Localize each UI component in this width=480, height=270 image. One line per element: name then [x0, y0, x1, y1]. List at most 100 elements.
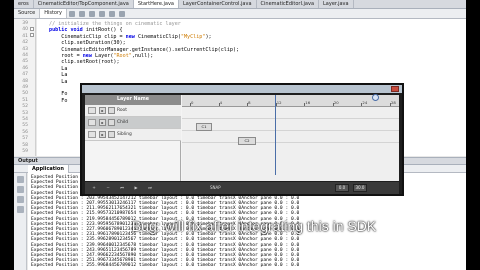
code-line: Fo — [49, 98, 67, 104]
ruler-tick-label: 12 — [276, 100, 282, 105]
layer-visibility-checkbox[interactable] — [88, 119, 96, 126]
line-number: 46 — [22, 65, 28, 71]
code-token: La — [49, 65, 68, 72]
editor-file-tabs: eros CinematicEditor/TopComponent.java Sta… — [14, 0, 466, 9]
first-frame-icon[interactable]: ⏮ — [117, 184, 127, 192]
layer-list: ▸ Root ▸ Child ▸ Sibling — [85, 105, 181, 181]
layer-row[interactable]: ▸ Root — [85, 105, 181, 117]
layer-lock-icon[interactable] — [108, 107, 115, 114]
code-token: clip.setDuration(30); — [49, 40, 126, 47]
toggle-bookmark-icon[interactable] — [98, 10, 105, 17]
file-tab[interactable]: CinematicEditorI.java — [257, 0, 320, 8]
clip-block[interactable]: C2 — [238, 137, 256, 145]
output-tab-application[interactable]: Application — [28, 165, 69, 173]
file-tab[interactable]: eros — [14, 0, 34, 8]
code-line: CinematicClip clip = new CinematicClip("… — [49, 33, 212, 40]
clear-icon[interactable] — [17, 196, 24, 203]
code-token: // initialize the things on cinematic la… — [49, 21, 181, 27]
duration-field[interactable]: 30.0 — [353, 184, 367, 192]
code-line: clip.setDuration(30); — [49, 40, 126, 47]
ide-window: eros CinematicEditor/TopComponent.java Sta… — [14, 0, 466, 270]
wrap-icon[interactable] — [17, 206, 24, 213]
code-line: public void initRoot() { — [49, 27, 123, 33]
track-row — [182, 131, 399, 143]
code-token: Fo — [49, 91, 68, 98]
output-line: Expected Position : 255.99684456789012 t… — [31, 263, 300, 269]
layer-visibility-checkbox[interactable] — [88, 107, 96, 114]
layer-name: Root — [117, 108, 127, 113]
remove-layer-icon[interactable]: − — [103, 184, 113, 192]
line-number: 48 — [22, 78, 28, 84]
line-number: 51 — [22, 97, 28, 103]
code-token: ); — [205, 33, 212, 40]
track-row — [182, 119, 399, 131]
line-number: 40 — [22, 27, 28, 33]
code-token: "Root" — [113, 53, 132, 59]
layer-visibility-checkbox[interactable] — [88, 131, 96, 138]
last-frame-icon[interactable]: ⏭ — [145, 184, 155, 192]
layer-name: Sibling — [117, 132, 132, 137]
cinematic-editor-window: Layer Name ▸ Root ▸ Child ▸ Sibling 0 4 8 12 16 20… — [80, 83, 404, 196]
code-token: CinematicEditorManager.getInstance().set… — [49, 46, 240, 53]
code-token: public void — [49, 27, 86, 34]
line-number: 49 — [22, 85, 28, 90]
uncomment-icon[interactable] — [118, 10, 125, 17]
forward-icon[interactable] — [78, 10, 85, 17]
code-token: CinematicClip clip = — [49, 33, 126, 40]
file-tab[interactable]: LayerContainerControl.java — [179, 0, 257, 8]
stop-icon[interactable] — [17, 186, 24, 193]
expand-icon[interactable]: ▸ — [99, 119, 106, 126]
layer-lock-icon[interactable] — [108, 119, 115, 126]
close-icon[interactable] — [391, 86, 399, 92]
timeline-tracks[interactable]: C1 C2 — [182, 95, 399, 181]
code-line: clip.setRoot(root); — [49, 59, 119, 65]
code-token: initRoot() { — [85, 27, 123, 34]
ruler-tick-label: 0 — [191, 100, 194, 105]
clip-block[interactable]: C1 — [196, 123, 212, 131]
timeline-ruler[interactable]: 0 4 8 12 16 20 24 28 — [182, 94, 399, 107]
playhead-handle[interactable] — [372, 94, 379, 101]
ruler-tick-label: 20 — [333, 100, 339, 105]
editor-toolbar: Source History — [14, 9, 466, 19]
layer-row[interactable]: ▸ Sibling — [85, 129, 181, 141]
track-row — [182, 107, 399, 119]
code-token: "MyClip" — [180, 33, 206, 40]
layer-name: Child — [117, 120, 129, 125]
line-number: 57 — [22, 136, 28, 142]
search-icon[interactable] — [88, 10, 95, 17]
output-side-toolbar — [14, 173, 27, 270]
line-number: 59 — [22, 149, 28, 154]
code-token: Layer( — [95, 53, 114, 59]
line-number: 43 — [22, 46, 28, 52]
code-line: CinematicEditorManager.getInstance().set… — [49, 47, 239, 53]
line-number: 58 — [22, 142, 28, 148]
line-number: 56 — [22, 129, 28, 135]
line-number: 42 — [22, 40, 28, 46]
comment-icon[interactable] — [108, 10, 115, 17]
fold-icon[interactable] — [30, 33, 34, 37]
back-icon[interactable] — [68, 10, 75, 17]
code-token: La — [49, 72, 68, 79]
ruler-tick-label: 4 — [219, 100, 222, 105]
layer-row[interactable]: ▸ Child — [85, 117, 181, 129]
ruler-tick-label: 8 — [248, 100, 251, 105]
file-tab[interactable]: StartHere.java — [133, 0, 179, 8]
code-token: ,null); — [131, 53, 154, 59]
fold-icon[interactable] — [30, 27, 34, 31]
rerun-icon[interactable] — [17, 176, 24, 183]
source-tab[interactable]: Source — [14, 9, 41, 18]
expand-icon[interactable]: ▸ — [99, 131, 106, 138]
file-tab[interactable]: Layer.java — [319, 0, 354, 8]
add-layer-icon[interactable]: + — [89, 184, 99, 192]
window-titlebar[interactable] — [82, 85, 402, 93]
file-tab[interactable]: CinematicEditor/TopComponent.java — [34, 0, 134, 8]
line-number: 54 — [22, 117, 28, 122]
play-icon[interactable]: ▶ — [131, 184, 141, 192]
current-time-field[interactable]: 0.0 — [335, 184, 349, 192]
history-tab[interactable]: History — [40, 9, 67, 18]
expand-icon[interactable]: ▸ — [99, 107, 106, 114]
snap-toggle[interactable]: SNAP — [210, 184, 221, 192]
code-token: new — [125, 33, 138, 40]
code-token: Fo — [49, 97, 68, 104]
layer-lock-icon[interactable] — [108, 131, 115, 138]
